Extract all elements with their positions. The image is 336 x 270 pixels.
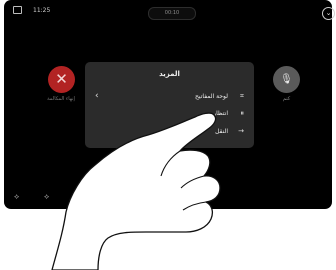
pointing-hand-illustration [51,112,221,270]
